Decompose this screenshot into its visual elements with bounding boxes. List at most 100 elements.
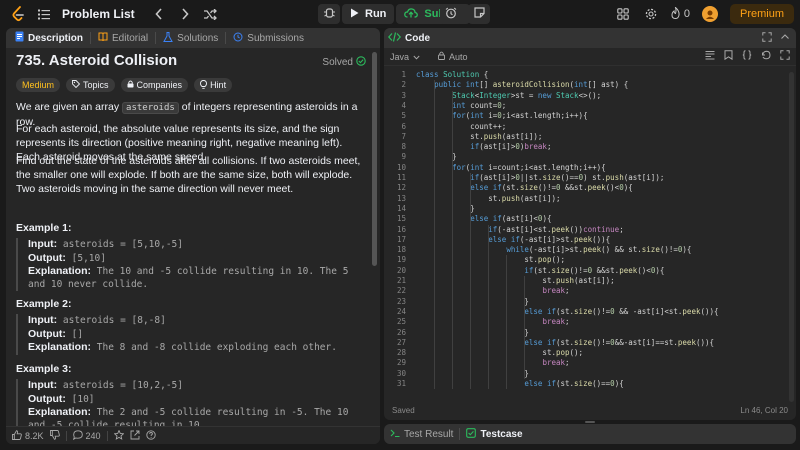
user-avatar[interactable]: [701, 6, 718, 22]
autocomplete-label: Auto: [449, 51, 468, 62]
code-text: break;: [542, 317, 570, 327]
shuffle-icon[interactable]: [203, 6, 219, 22]
indent-guide: [470, 173, 472, 390]
problem-list-link[interactable]: Problem List: [62, 7, 135, 21]
reset-icon[interactable]: [761, 50, 771, 62]
thumbs-up-icon: [12, 429, 22, 442]
line-number: 14: [396, 203, 406, 213]
streak-counter[interactable]: 0: [671, 5, 690, 22]
tab-submissions[interactable]: Submissions: [228, 28, 309, 48]
description-scrollbar[interactable]: [372, 52, 377, 266]
run-button[interactable]: Run: [342, 4, 395, 24]
problem-title[interactable]: 735. Asteroid Collision: [16, 52, 177, 69]
topics-label: Topics: [83, 80, 109, 90]
code-editor[interactable]: 1 class Solution {2 public int[] asteroid…: [384, 68, 796, 398]
autocomplete-toggle[interactable]: Auto: [438, 51, 468, 62]
share-external-icon: [130, 430, 140, 442]
input-label: Input:: [28, 238, 58, 250]
hint-tag[interactable]: Hint: [194, 78, 233, 92]
tab-description-label: Description: [28, 32, 84, 44]
line-number: 22: [396, 286, 406, 296]
tab-description[interactable]: Description: [10, 28, 88, 48]
like-button[interactable]: 8.2K: [12, 429, 44, 442]
favorite-button[interactable]: [113, 428, 125, 442]
solved-label: Solved: [322, 57, 353, 68]
layout-grid-icon[interactable]: [615, 6, 631, 22]
output-value: [5,10]: [71, 252, 106, 264]
problem-list-icon[interactable]: [36, 6, 52, 22]
top-bar: Problem List Run Submit: [0, 0, 800, 28]
chevron-up-icon[interactable]: [780, 32, 790, 45]
format-lines-icon[interactable]: [705, 50, 715, 62]
code-text: else if(-ast[i]>st.peek()){: [488, 234, 611, 244]
example-1-input: Input: asteroids = [5,10,-5]: [28, 238, 364, 252]
indent-guide: [506, 255, 508, 390]
debug-button[interactable]: [318, 4, 340, 24]
tab-divider: [90, 32, 92, 44]
bookmark-icon[interactable]: [724, 50, 733, 62]
topics-tag[interactable]: Topics: [66, 78, 115, 92]
language-selector[interactable]: Java: [390, 52, 420, 62]
chevron-right-icon[interactable]: [177, 6, 193, 22]
alarm-clock-icon: [445, 7, 457, 22]
tab-editorial[interactable]: Editorial: [93, 28, 153, 48]
fullscreen-icon[interactable]: [780, 50, 790, 62]
code-text: st.push(ast[i]);: [416, 193, 561, 203]
settings-gear-icon[interactable]: [643, 6, 659, 22]
line-number: 15: [396, 214, 406, 224]
code-panel: Code Java Auto 1 class Solution {2 publ…: [384, 28, 796, 420]
code-brackets-icon: [387, 31, 402, 45]
tab-divider: [155, 32, 157, 44]
notes-button[interactable]: [468, 4, 490, 24]
curly-braces-icon[interactable]: [742, 50, 752, 62]
example-1-explanation: Explanation: The 10 and -5 collide resul…: [28, 265, 364, 291]
testcase-label: Testcase: [480, 428, 523, 440]
example-2-output: Output: []: [28, 328, 364, 342]
line-number: 28: [396, 348, 406, 358]
example-2-title: Example 2:: [16, 298, 72, 310]
comments-button[interactable]: 240: [72, 429, 101, 442]
help-button[interactable]: [145, 429, 156, 442]
line-number: 12: [396, 183, 406, 193]
code-text: }: [416, 368, 529, 378]
like-count: 8.2K: [25, 430, 44, 441]
footer-divider: [106, 430, 108, 441]
timer-button[interactable]: [440, 4, 462, 24]
code-text: break;: [542, 286, 570, 296]
code-status-bar: Saved Ln 46, Col 20: [384, 400, 796, 420]
code-text: st.pop();: [416, 348, 584, 358]
panel-resize-handle[interactable]: [585, 421, 595, 423]
cursor-position: Ln 46, Col 20: [740, 405, 788, 415]
lock-icon: [127, 80, 134, 90]
description-paragraph-3: Find out the state of the asteroids afte…: [16, 155, 361, 195]
tab-test-result[interactable]: Test Result: [390, 428, 453, 441]
line-number: 18: [396, 245, 406, 255]
code-text: public int[] asteroidCollision(int[] ast…: [434, 80, 629, 90]
leetcode-logo-icon[interactable]: [10, 6, 26, 22]
line-number: 5: [401, 111, 406, 121]
indent-guide: [452, 90, 454, 390]
dislike-button[interactable]: [49, 429, 60, 442]
streak-count: 0: [683, 8, 690, 20]
line-number: 25: [396, 317, 406, 327]
tab-solutions[interactable]: Solutions: [158, 28, 223, 48]
share-button[interactable]: [130, 430, 140, 442]
companies-tag[interactable]: Companies: [120, 78, 189, 92]
chevron-left-icon[interactable]: [151, 6, 167, 22]
maximize-icon[interactable]: [762, 32, 772, 45]
tag-icon: [72, 80, 81, 90]
tab-editorial-label: Editorial: [112, 32, 149, 44]
example-1-block: Input: asteroids = [5,10,-5] Output: [5,…: [16, 238, 364, 291]
line-number: 10: [396, 162, 406, 172]
editor-scrollbar[interactable]: [789, 72, 794, 402]
tab-testcase[interactable]: Testcase: [466, 427, 523, 441]
code-text: st.pop();: [416, 255, 566, 265]
companies-label: Companies: [136, 80, 183, 90]
premium-button[interactable]: Premium: [729, 4, 794, 24]
note-icon: [473, 7, 485, 21]
line-number: 17: [396, 234, 406, 244]
language-label: Java: [390, 51, 410, 62]
input-value: asteroids = [5,10,-5]: [62, 239, 183, 250]
tab-divider: [225, 32, 227, 44]
explanation-label: Explanation:: [28, 341, 92, 353]
